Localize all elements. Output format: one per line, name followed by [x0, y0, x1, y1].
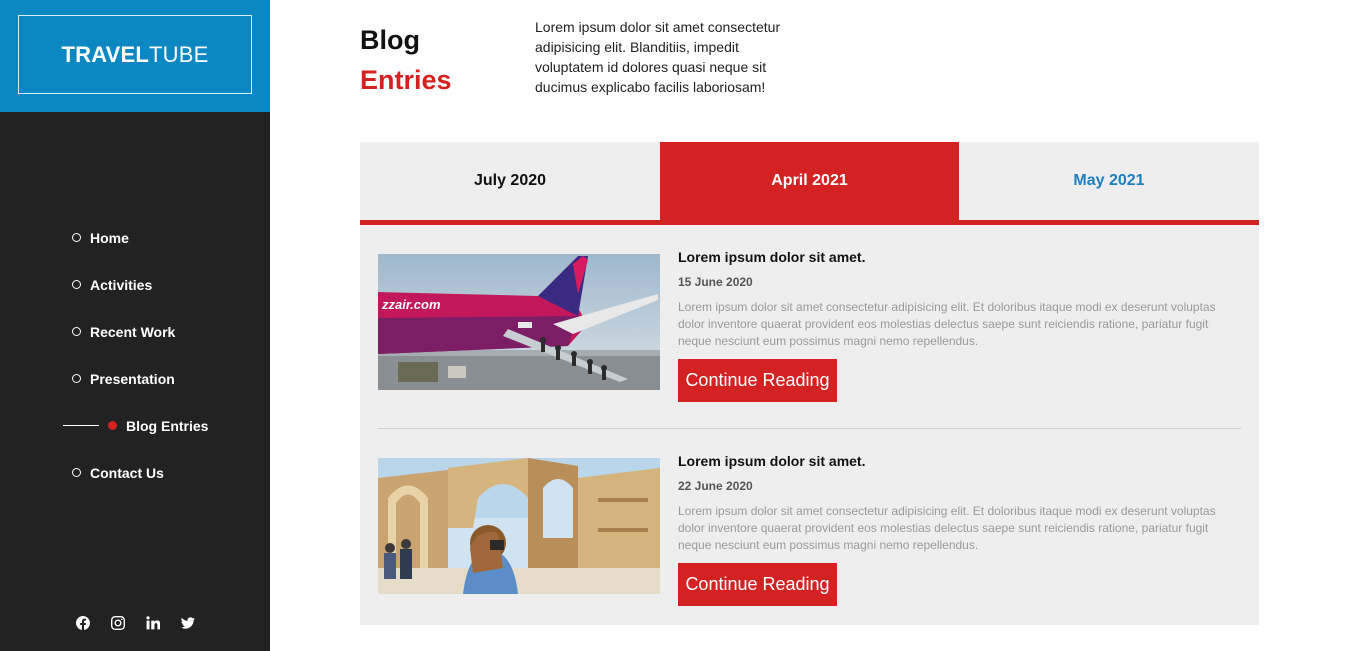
- entry-excerpt: Lorem ipsum dolor sit amet consectetur a…: [678, 300, 1216, 348]
- instagram-icon[interactable]: [110, 615, 126, 631]
- sidebar-nav: Home Activities Recent Work Presentation…: [0, 214, 270, 496]
- entry-date: 15 June 2020: [678, 275, 753, 289]
- continue-reading-button[interactable]: Continue Reading: [678, 359, 837, 402]
- bullet-icon: [72, 374, 81, 383]
- entry-date: 22 June 2020: [678, 479, 753, 493]
- main-content: Blog Entries Lorem ipsum dolor sit amet …: [270, 0, 1346, 651]
- sidebar-item-label: Activities: [90, 276, 153, 293]
- bullet-icon: [72, 233, 81, 242]
- page-title-line1: Blog: [360, 25, 420, 55]
- bullet-icon: [72, 280, 81, 289]
- entry-image-ruins[interactable]: [378, 458, 660, 594]
- sidebar: TRAVEL TUBE Home Activities Recent Work P…: [0, 0, 270, 651]
- sidebar-item-label: Recent Work: [90, 323, 176, 340]
- social-links: [0, 615, 270, 631]
- entry-title[interactable]: Lorem ipsum dolor sit amet.: [678, 249, 865, 265]
- tab-april-2021[interactable]: April 2021: [660, 142, 959, 220]
- active-bullet-icon: [108, 421, 117, 430]
- logo-text-light: TUBE: [149, 41, 209, 67]
- sidebar-item-recent-work[interactable]: Recent Work: [0, 308, 270, 355]
- logo-text-bold: TRAVEL: [61, 41, 150, 67]
- active-indicator-line: [63, 425, 99, 426]
- tab-july-2020[interactable]: July 2020: [360, 142, 660, 220]
- bullet-icon: [72, 327, 81, 336]
- entry-title[interactable]: Lorem ipsum dolor sit amet.: [678, 453, 865, 469]
- sidebar-item-contact-us[interactable]: Contact Us: [0, 449, 270, 496]
- tab-may-2021[interactable]: May 2021: [959, 142, 1259, 220]
- entries-panel: zzair.com Lorem ipsum dolor sit amet. 15: [360, 225, 1259, 625]
- blog-entry: zzair.com Lorem ipsum dolor sit amet. 15: [378, 225, 1241, 429]
- logo[interactable]: TRAVEL TUBE: [18, 15, 252, 94]
- bullet-icon: [72, 468, 81, 477]
- sidebar-item-label: Presentation: [90, 370, 175, 387]
- intro-text: Lorem ipsum dolor sit amet consectetur a…: [535, 19, 781, 95]
- sidebar-item-activities[interactable]: Activities: [0, 261, 270, 308]
- entry-image-airplane[interactable]: zzair.com: [378, 254, 660, 390]
- facebook-icon[interactable]: [75, 615, 91, 631]
- continue-reading-button[interactable]: Continue Reading: [678, 563, 837, 606]
- logo-area: TRAVEL TUBE: [0, 0, 270, 112]
- sidebar-item-label: Contact Us: [90, 464, 164, 481]
- month-tabs: July 2020 April 2021 May 2021: [360, 142, 1259, 220]
- sidebar-item-label: Home: [90, 229, 129, 246]
- page-title: Blog Entries: [360, 20, 452, 100]
- sidebar-item-home[interactable]: Home: [0, 214, 270, 261]
- airplane-livery-text: zzair.com: [381, 297, 441, 312]
- twitter-icon[interactable]: [180, 615, 196, 631]
- linkedin-icon[interactable]: [145, 615, 161, 631]
- entry-excerpt: Lorem ipsum dolor sit amet consectetur a…: [678, 504, 1216, 552]
- sidebar-item-label: Blog Entries: [126, 417, 209, 434]
- page-title-line2: Entries: [360, 65, 452, 95]
- blog-entry: Lorem ipsum dolor sit amet. 22 June 2020…: [378, 429, 1241, 633]
- sidebar-item-presentation[interactable]: Presentation: [0, 355, 270, 402]
- sidebar-item-blog-entries[interactable]: Blog Entries: [0, 402, 270, 449]
